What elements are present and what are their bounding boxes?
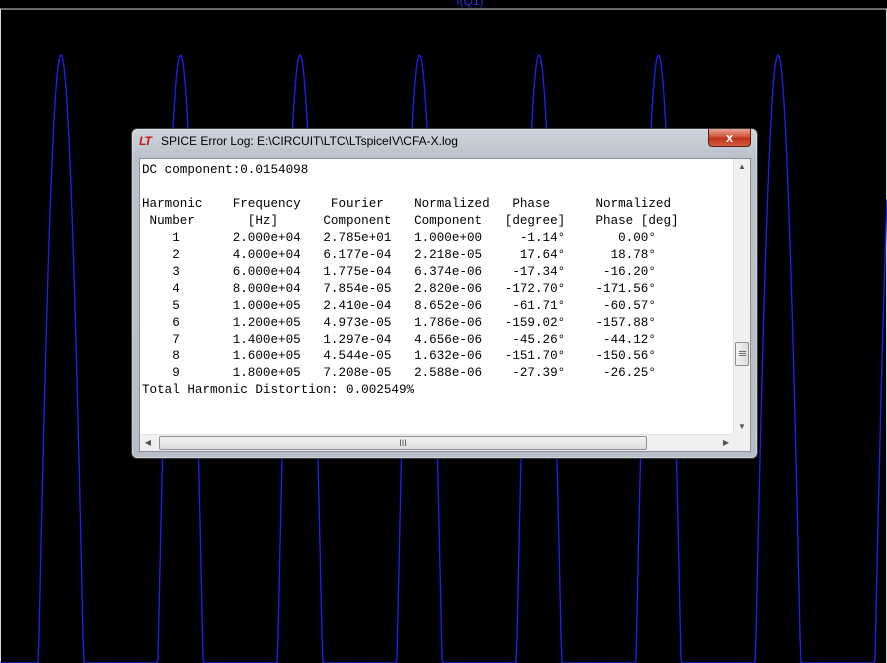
scroll-left-arrow-icon[interactable]: ◀ — [140, 435, 156, 451]
vertical-scrollbar[interactable]: ▲ ▼ — [733, 159, 750, 435]
vertical-scroll-thumb[interactable] — [735, 342, 749, 366]
scroll-up-arrow-icon[interactable]: ▲ — [734, 159, 750, 175]
scrollbar-corner — [733, 434, 750, 451]
close-button[interactable]: x — [708, 129, 751, 147]
horizontal-scrollbar[interactable]: ◀ III ▶ — [140, 434, 734, 451]
scroll-right-arrow-icon[interactable]: ▶ — [718, 435, 734, 451]
title-bar[interactable]: LT SPICE Error Log: E:\CIRCUIT\LTC\LTspi… — [132, 129, 757, 155]
log-content: DC component:0.0154098 Harmonic Frequenc… — [142, 163, 679, 398]
log-text-area[interactable]: DC component:0.0154098 Harmonic Frequenc… — [139, 158, 751, 452]
horizontal-scroll-thumb[interactable]: III — [159, 436, 647, 450]
trace-label: I(Q1) — [456, 0, 484, 8]
ltspice-logo-icon: LT — [139, 134, 152, 148]
window-title: SPICE Error Log: E:\CIRCUIT\LTC\LTspiceI… — [161, 134, 458, 148]
scroll-down-arrow-icon[interactable]: ▼ — [734, 419, 750, 435]
spice-error-log-window[interactable]: LT SPICE Error Log: E:\CIRCUIT\LTC\LTspi… — [131, 128, 758, 459]
